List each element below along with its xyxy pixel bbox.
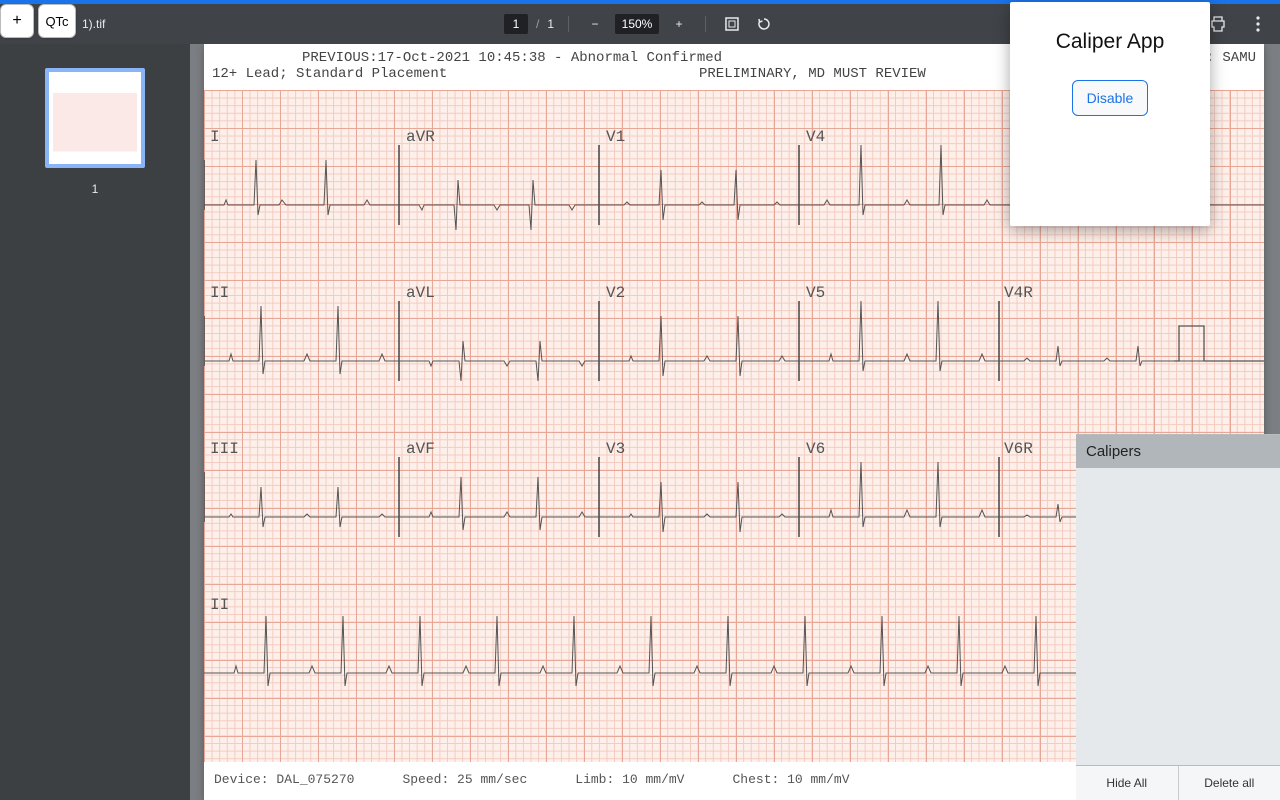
delete-all-button[interactable]: Delete all	[1178, 766, 1280, 800]
rotate-icon[interactable]	[752, 12, 776, 36]
page-separator: /	[536, 17, 539, 31]
thumbnail-number: 1	[92, 182, 99, 196]
page-thumbnail[interactable]	[45, 68, 145, 168]
caliper-popup-title: Caliper App	[1056, 30, 1165, 54]
add-caliper-button[interactable]: +	[0, 4, 34, 38]
qtc-button[interactable]: QTc	[38, 4, 76, 38]
footer-chest: Chest: 10 mm/mV	[732, 772, 849, 792]
more-menu-icon[interactable]	[1246, 12, 1270, 36]
page-current-input[interactable]	[504, 14, 528, 34]
page-total: 1	[547, 17, 554, 31]
fit-page-icon[interactable]	[720, 12, 744, 36]
ecg-previous-line: PREVIOUS:17-Oct-2021 10:45:38 - Abnormal…	[204, 50, 722, 66]
footer-speed: Speed: 25 mm/sec	[402, 772, 527, 792]
filename-tail: 1).tif	[82, 17, 105, 31]
calipers-panel-body	[1076, 468, 1280, 765]
calipers-panel: Calipers Hide All Delete all	[1076, 434, 1280, 800]
footer-limb: Limb: 10 mm/mV	[575, 772, 684, 792]
ecg-prelim: PRELIMINARY, MD MUST REVIEW	[699, 66, 926, 82]
zoom-input[interactable]	[615, 14, 659, 34]
footer-device: Device: DAL_075270	[214, 772, 354, 792]
caliper-app-popup: Caliper App Disable	[1010, 2, 1210, 226]
ecg-leads-line: 12+ Lead; Standard Placement	[212, 66, 447, 82]
disable-button[interactable]: Disable	[1072, 80, 1149, 116]
hide-all-button[interactable]: Hide All	[1076, 766, 1178, 800]
thumbnail-sidebar: 1	[0, 44, 190, 800]
calipers-panel-title: Calipers	[1076, 435, 1280, 468]
zoom-in-icon[interactable]: +	[667, 12, 691, 36]
zoom-out-icon[interactable]: −	[583, 12, 607, 36]
